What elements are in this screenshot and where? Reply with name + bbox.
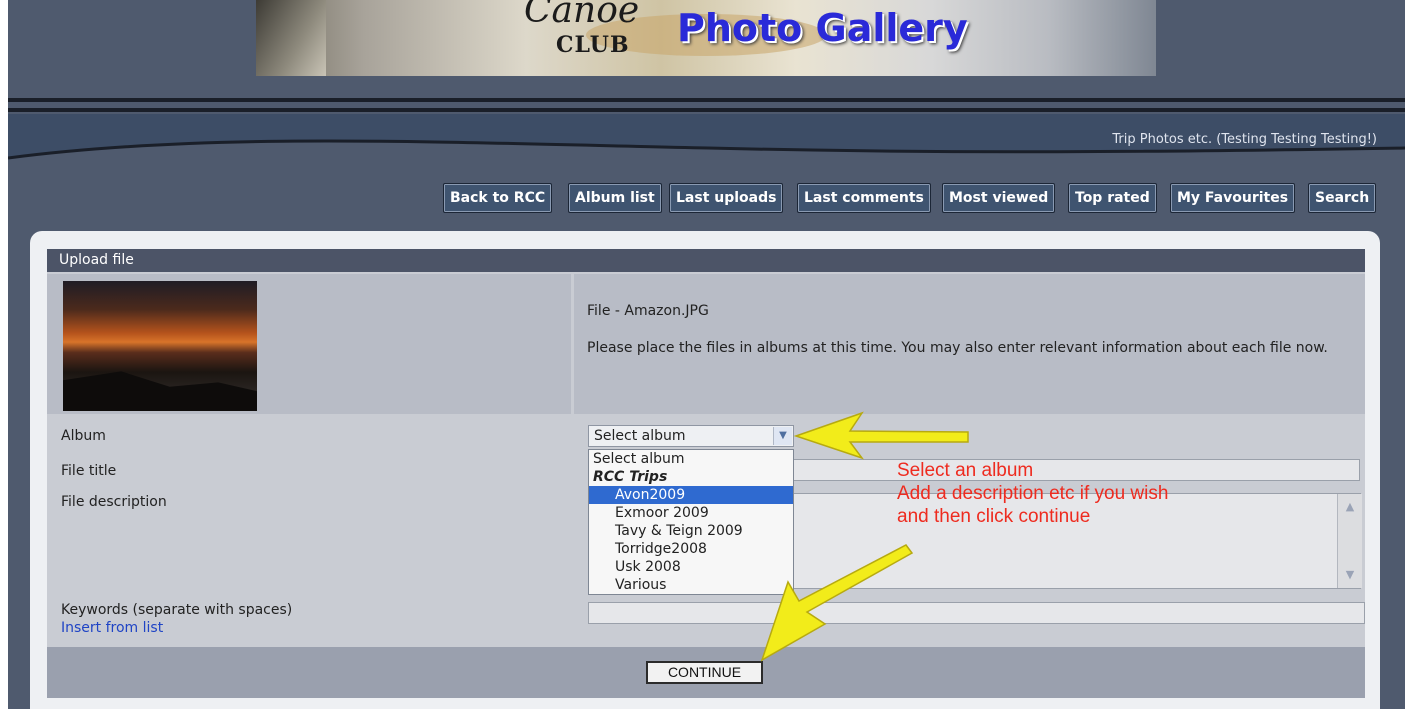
file-name-text: File - Amazon.JPG xyxy=(587,303,709,319)
banner-rocks-image xyxy=(256,0,326,76)
scroll-down-icon[interactable]: ▼ xyxy=(1341,566,1359,584)
nav-top-rated[interactable]: Top rated xyxy=(1068,183,1157,213)
album-option[interactable]: Usk 2008 xyxy=(589,558,793,576)
album-option[interactable]: Select album xyxy=(589,450,793,468)
album-option[interactable]: Torridge2008 xyxy=(589,540,793,558)
annotation-line: Select an album xyxy=(897,460,1034,481)
chevron-down-icon[interactable]: ▼ xyxy=(773,427,792,445)
nav-last-comments[interactable]: Last comments xyxy=(797,183,931,213)
header-divider xyxy=(8,98,1405,102)
keywords-input[interactable] xyxy=(588,602,1365,624)
upload-instructions-text: Please place the files in albums at this… xyxy=(587,340,1328,356)
insert-from-list-link[interactable]: Insert from list xyxy=(61,620,163,636)
description-scrollbar[interactable]: ▲ ▼ xyxy=(1337,494,1362,588)
banner-title: Photo Gallery xyxy=(677,6,968,50)
upload-table-header: Upload file xyxy=(47,249,1365,272)
album-option[interactable]: Tavy & Teign 2009 xyxy=(589,522,793,540)
banner-club-logo: CLUB xyxy=(556,32,630,58)
annotation-line: Add a description etc if you wish xyxy=(897,483,1169,504)
album-option[interactable]: Exmoor 2009 xyxy=(589,504,793,522)
site-tagline: Trip Photos etc. (Testing Testing Testin… xyxy=(1112,132,1377,147)
file-description-label: File description xyxy=(61,494,167,510)
nav-my-favourites[interactable]: My Favourites xyxy=(1170,183,1296,213)
continue-button[interactable]: CONTINUE xyxy=(646,661,763,684)
nav-most-viewed[interactable]: Most viewed xyxy=(942,183,1056,213)
window-edge xyxy=(0,0,8,709)
gallery-page: Canoe CLUB Photo Gallery Trip Photos etc… xyxy=(0,0,1405,709)
album-option[interactable]: Various xyxy=(589,576,793,594)
annotation-line: and then click continue xyxy=(897,506,1091,527)
file-thumbnail xyxy=(63,281,257,411)
keywords-label: Keywords (separate with spaces) xyxy=(61,602,293,618)
album-option[interactable]: Avon2009 xyxy=(589,486,793,504)
scroll-up-icon[interactable]: ▲ xyxy=(1341,498,1359,516)
album-dropdown-list: Select album RCC Trips Avon2009 Exmoor 2… xyxy=(588,449,794,595)
site-banner: Canoe CLUB Photo Gallery xyxy=(256,0,1156,76)
album-select-value: Select album xyxy=(594,428,686,444)
banner-canoe-logo: Canoe xyxy=(524,0,640,31)
annotation-text: Select an album Add a description etc if… xyxy=(897,459,1168,528)
nav-search[interactable]: Search xyxy=(1308,183,1377,213)
file-title-label: File title xyxy=(61,463,117,479)
header-divider-2 xyxy=(8,108,1405,112)
album-label: Album xyxy=(61,428,106,444)
nav-last-uploads[interactable]: Last uploads xyxy=(669,183,784,213)
nav-album-list[interactable]: Album list xyxy=(568,183,662,213)
album-select[interactable]: Select album ▼ xyxy=(588,425,794,447)
nav-back-to-rcc[interactable]: Back to RCC xyxy=(443,183,553,213)
album-option-group: RCC Trips xyxy=(593,469,668,485)
